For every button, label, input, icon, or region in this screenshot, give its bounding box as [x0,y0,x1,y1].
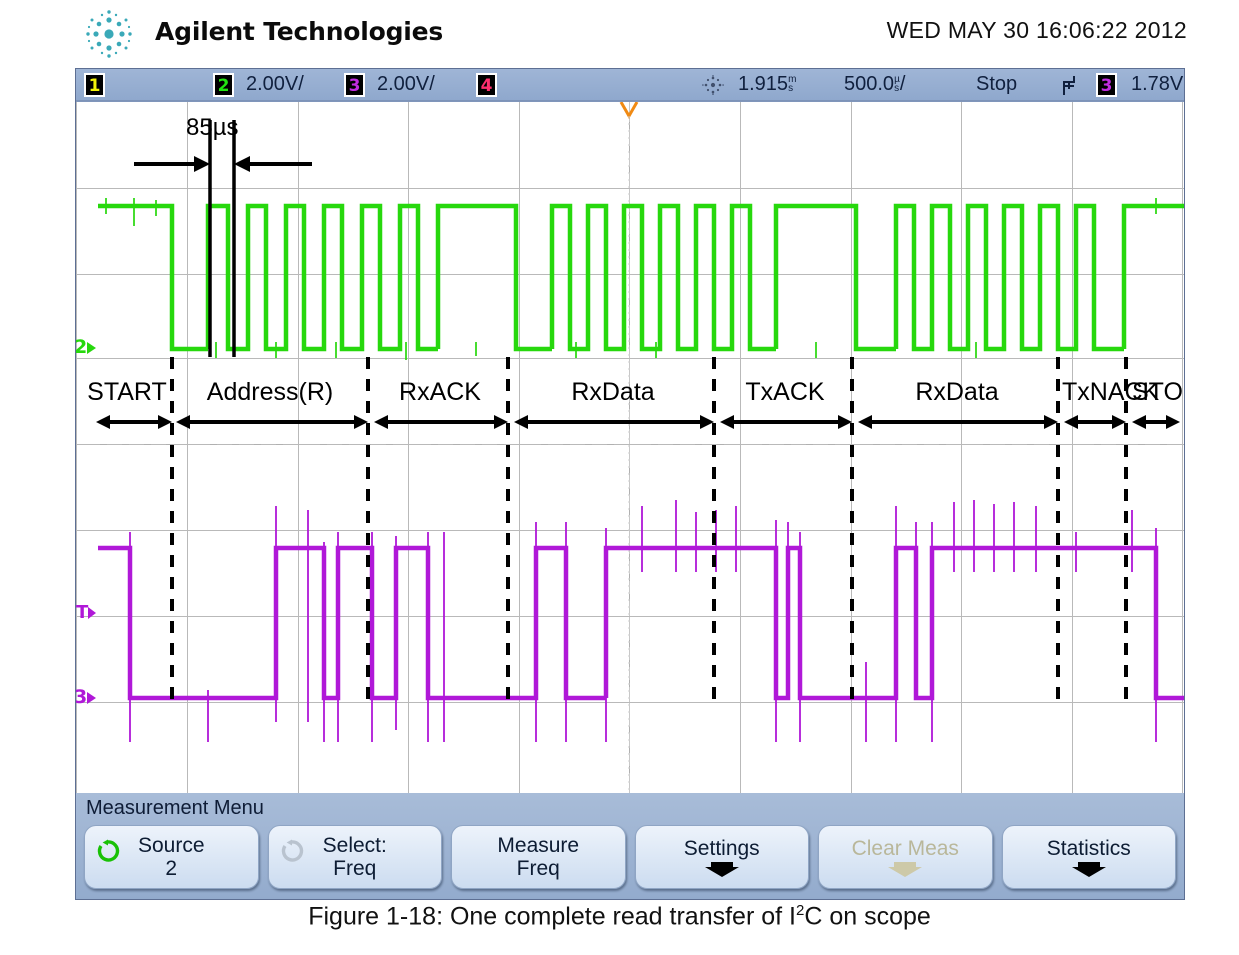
phase-label-rxack: RxACK [399,378,481,406]
channel-4-badge[interactable]: 4 [476,73,497,97]
softkey-row: Source 2 Select: Freq Measure Freq Setti… [84,825,1176,889]
down-arrow-icon [704,861,739,877]
menu-title: Measurement Menu [86,797,264,819]
softkey-select-line2: Freq [333,857,377,880]
channel-2-marker-label: 2 [76,336,87,358]
marker-arrow-icon [87,341,97,354]
status-bar: 1 2 2.00V/ 3 2.00V/ 4 1.915 m s 500.0 µ … [76,69,1184,101]
scope-screen: 1 2 2.00V/ 3 2.00V/ 4 1.915 m s 500.0 µ … [75,68,1185,900]
marker-arrow-icon [88,607,97,619]
channel-2-badge[interactable]: 2 [213,73,234,97]
caption-prefix: Figure 1-18: One complete read transfer … [308,902,796,931]
phase-label-rxdata-1: RxData [571,378,655,406]
trigger-marker-label: T [76,602,89,623]
rotary-knob-icon [281,839,303,862]
channel-2-scale[interactable]: 2.00V/ [246,73,304,96]
phase-label-stop: STOP [1132,378,1184,406]
softkey-source[interactable]: Source 2 [84,825,259,889]
datetime-readout: WED MAY 30 16:06:22 2012 [886,17,1187,43]
brand-name: Agilent Technologies [155,17,444,46]
channel-3-spikes [129,500,1157,742]
channel-3-ground-marker[interactable]: 3 [76,686,97,708]
softkey-measure[interactable]: Measure Freq [451,825,626,889]
measurement-menu: Measurement Menu Source 2 Select: Freq M… [76,793,1184,899]
softkey-measure-line1: Measure [497,834,580,857]
agilent-starburst-icon [86,10,132,58]
channel-2-waveform [98,203,1184,352]
trigger-position-marker-icon [619,102,639,120]
channel-1-badge[interactable]: 1 [84,73,105,97]
burst-acquisition-icon [702,75,724,95]
softkey-source-line2: 2 [165,857,178,880]
down-arrow-icon [1071,861,1106,877]
softkey-settings-line1: Settings [683,836,760,860]
softkey-settings[interactable]: Settings [634,825,809,889]
caption-suffix: C on scope [804,902,931,931]
timebase-readout[interactable]: 500.0 µ s / [844,73,905,96]
delay-unit: ms [788,73,797,94]
graticule: 85µs START Address(R) RxACK RxData TxACK… [76,101,1184,794]
phase-dividers [170,357,1128,702]
phase-span-arrows [96,415,1180,429]
softkey-source-line1: Source [137,834,205,857]
softkey-select-line1: Select: [322,834,387,857]
softkey-statistics-line1: Statistics [1046,836,1131,860]
down-arrow-icon [888,861,923,877]
phase-label-rxdata-2: RxData [915,378,999,406]
softkey-select[interactable]: Select: Freq [267,825,442,889]
trigger-source-badge[interactable]: 3 [1096,73,1117,97]
cursor-span-label: 85µs [186,114,239,141]
phase-label-start: START [87,378,167,406]
channel-3-scale[interactable]: 2.00V/ [377,73,435,96]
trigger-level-marker[interactable]: T [76,602,97,623]
softkey-statistics[interactable]: Statistics [1001,825,1176,889]
softkey-measure-line2: Freq [516,857,560,880]
timebase-value: 500.0 [844,73,895,95]
channel-3-marker-label: 3 [76,686,87,708]
phase-label-txack: TxACK [745,378,825,406]
trigger-level-readout[interactable]: 1.78V [1131,73,1183,96]
channel-2-noise [105,198,1157,360]
figure-caption: Figure 1-18: One complete read transfer … [0,902,1239,931]
softkey-clear-meas: Clear Meas [818,825,993,889]
channel-3-badge[interactable]: 3 [344,73,365,97]
run-state[interactable]: Stop [976,73,1017,96]
softkey-clear-meas-line1: Clear Meas [851,836,959,860]
rotary-knob-icon [97,839,120,862]
figure-page: Agilent Technologies WED MAY 30 16:06:22… [0,0,1239,955]
timebase-unit: µs [894,73,900,94]
channel-2-ground-marker[interactable]: 2 [76,336,97,358]
delay-value: 1.915 [738,73,789,95]
waveform-layer [96,102,1184,794]
scope-header: Agilent Technologies WED MAY 30 16:06:22… [0,0,1239,68]
phase-label-address: Address(R) [206,378,334,406]
marker-arrow-icon [87,691,97,704]
delay-readout[interactable]: 1.915 m s [738,73,796,96]
timebase-suffix: / [899,73,906,95]
rising-edge-icon[interactable] [1061,75,1078,96]
